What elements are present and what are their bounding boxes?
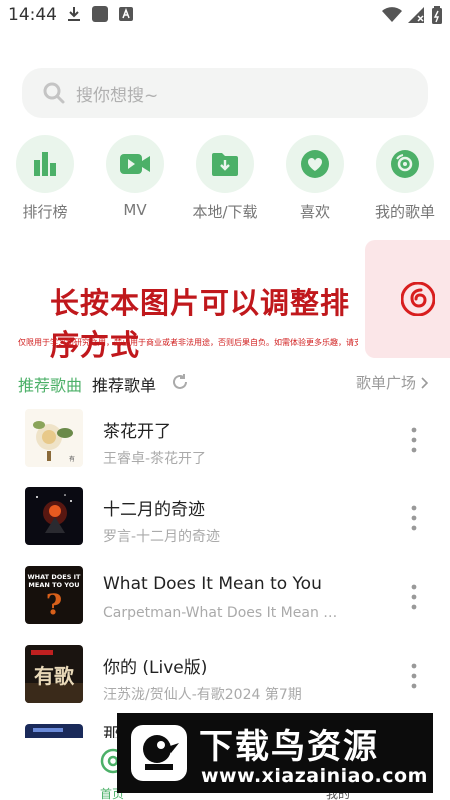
song-row[interactable]: WHAT DOES IT MEAN TO YOU? What Does It Me… [0,562,450,640]
quick-action-favorites[interactable]: 喜欢 [270,135,360,222]
banner-title: 长按本图片可以调整排序方式 [50,286,351,362]
watermark-title: 下载鸟资源 [199,727,379,767]
banner-next-slide[interactable] [365,240,450,358]
svg-text:?: ? [46,588,62,621]
heart-icon [301,150,329,178]
playlist-square-label: 歌单广场 [355,374,416,392]
a-letter-icon [119,7,133,21]
netease-music-logo-icon [401,282,435,316]
tab-recommended-songs[interactable]: 推荐歌曲 [18,372,82,396]
more-vertical-icon[interactable] [406,425,422,455]
quick-action-label: 我的歌单 [374,203,435,221]
status-time: 14:44 [8,5,57,25]
quick-action-label: 排行榜 [22,203,68,221]
more-vertical-icon[interactable] [406,503,422,533]
banner[interactable]: 长按本图片可以调整排序方式 仅限用于学习和研究之用，禁止用于商业或者非法用途，否… [0,240,365,362]
quick-action-rankings[interactable]: 排行榜 [0,135,90,222]
quick-action-my-playlists[interactable]: 我的歌单 [360,135,450,222]
playlist-square-link[interactable]: 歌单广场 [356,372,428,393]
svg-text:WHAT DOES IT: WHAT DOES IT [28,573,82,581]
bird-logo-icon [131,725,187,781]
song-row[interactable]: 十二月的奇迹 罗言-十二月的奇迹 [0,483,450,561]
battery-icon [432,6,442,24]
watermark: 下载鸟资源 www.xiazainiao.com [117,713,433,793]
app-square-icon [92,6,108,22]
search-bar[interactable]: 搜你想搜~ [22,68,428,118]
banner-subtitle: 仅限用于学习和研究之用，禁止用于商业或者非法用途，否则后果自负。如需体验更多乐趣… [18,338,358,347]
search-icon [43,82,65,104]
chevron-right-icon [421,376,428,389]
song-cover [25,487,83,545]
status-notifications [66,6,134,22]
quick-action-label: MV [123,201,147,219]
song-artist: Carpetman-What Does It Mean to You [103,605,338,621]
disc-icon [391,150,419,178]
folder-download-icon [212,153,238,176]
signal-icon [408,7,424,23]
song-title: 你的 (Live版) [103,658,208,678]
wifi-icon [382,7,402,22]
song-title: 茶花开了 [103,422,171,442]
song-artist: 汪苏泷/贺仙人-有歌2024 第7期 [103,687,302,703]
song-row[interactable]: 有 茶花开了 王睿卓-茶花开了 [0,405,450,483]
song-cover: WHAT DOES IT MEAN TO YOU? [25,566,83,624]
song-title: What Does It Mean to You [103,574,322,594]
svg-text:有歌: 有歌 [34,664,75,688]
song-row[interactable]: 有歌 你的 (Live版) 汪苏泷/贺仙人-有歌2024 第7期 [0,641,450,719]
tab-recommended-playlists[interactable]: 推荐歌单 [92,372,156,396]
song-title: 十二月的奇迹 [103,500,205,520]
status-system-icons [382,6,442,24]
quick-action-label: 本地/下载 [192,203,258,221]
more-vertical-icon[interactable] [406,582,422,612]
download-icon [68,7,80,21]
quick-action-label: 喜欢 [299,203,330,221]
song-artist: 王睿卓-茶花开了 [103,451,207,467]
song-cover: 有 [25,409,83,467]
quick-action-local-download[interactable]: 本地/下载 [180,135,270,222]
song-artist: 罗言-十二月的奇迹 [103,529,221,545]
watermark-url: www.xiazainiao.com [201,765,428,787]
video-camera-icon [120,154,150,174]
status-bar: 14:44 [0,0,450,30]
search-placeholder: 搜你想搜~ [76,85,159,106]
quick-actions: 排行榜 MV 本地/下载 喜欢 我的歌单 [0,135,450,225]
song-cover: 有歌 [25,645,83,703]
recommend-tabs: 推荐歌曲 推荐歌单 歌单广场 [18,370,438,396]
svg-text:有: 有 [69,455,75,463]
quick-action-mv[interactable]: MV [90,135,180,219]
bar-chart-icon [34,152,56,176]
more-vertical-icon[interactable] [406,661,422,691]
refresh-icon[interactable] [170,372,190,392]
